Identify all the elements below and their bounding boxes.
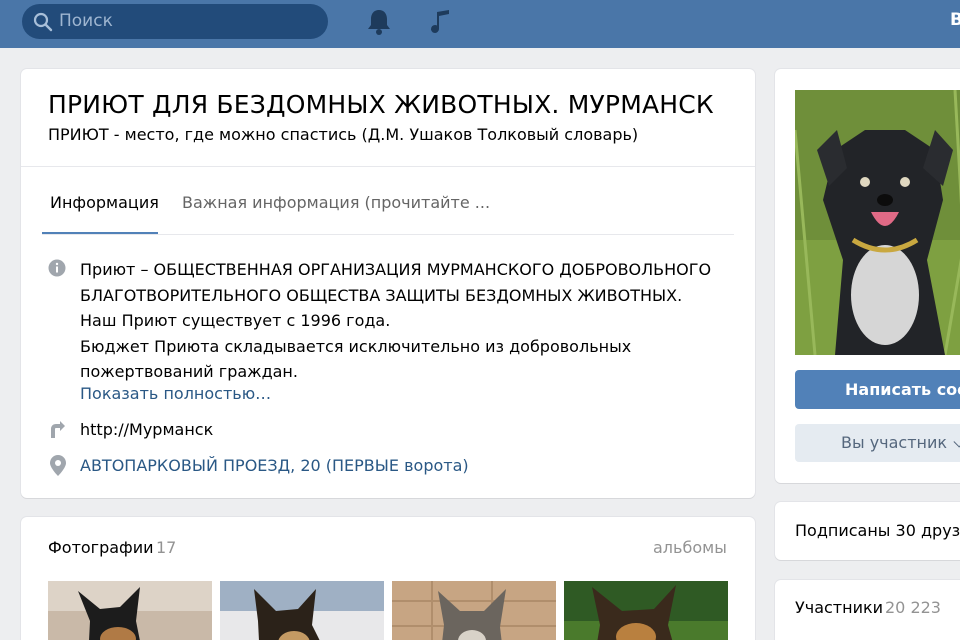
photo-thumbnail[interactable] [564, 581, 728, 640]
tab-important-information[interactable]: Важная информация (прочитайте ... [182, 193, 490, 212]
membership-dropdown-button[interactable]: Вы участник [795, 424, 960, 462]
description-line: Бюджет Приюта складывается исключительно… [80, 336, 632, 356]
bell-icon[interactable] [366, 8, 392, 36]
photo-thumbnail[interactable] [48, 581, 212, 640]
website-link[interactable]: http://Мурманск [80, 420, 213, 439]
search-icon [33, 12, 53, 32]
group-avatar-photo[interactable] [795, 90, 960, 355]
membership-label: Вы участник [841, 433, 948, 452]
address-link[interactable]: АВТОПАРКОВЫЙ ПРОЕЗД, 20 (ПЕРВЫЕ ворота) [80, 456, 469, 475]
search-placeholder: Поиск [59, 11, 113, 31]
members-heading[interactable]: Участники [795, 598, 883, 617]
friends-following-text: Подписаны 30 друзей [795, 521, 960, 540]
photos-card: Фотографии 17 альбомы [21, 517, 755, 640]
group-cover-card: Написать сооб Вы участник [775, 69, 960, 483]
group-status: ПРИЮТ - место, где можно спастись (Д.М. … [48, 125, 639, 144]
photos-count: 17 [156, 538, 177, 557]
friends-following-card[interactable]: Подписаны 30 друзей [775, 502, 960, 560]
link-arrow-icon [51, 421, 65, 438]
description-line: пожертвований граждан. [80, 362, 298, 381]
info-icon [48, 259, 66, 277]
group-description: Приют – ОБЩЕСТВЕННАЯ ОРГАНИЗАЦИЯ МУРМАНС… [80, 257, 740, 385]
top-navigation-bar: Поиск В [0, 0, 960, 48]
description-line: Приют – ОБЩЕСТВЕННАЯ ОРГАНИЗАЦИЯ МУРМАНС… [80, 260, 712, 279]
photo-thumbnail[interactable] [220, 581, 384, 640]
search-input[interactable]: Поиск [22, 4, 328, 39]
group-info-card: ПРИЮТ ДЛЯ БЕЗДОМНЫХ ЖИВОТНЫХ. МУРМАНСК П… [21, 69, 755, 498]
description-line: Наш Приют существует с 1996 года. [80, 311, 391, 330]
write-message-button[interactable]: Написать сооб [795, 370, 960, 409]
show-more-link[interactable]: Показать полностью… [80, 384, 271, 403]
user-menu-initial[interactable]: В [950, 10, 960, 30]
music-icon[interactable] [428, 9, 452, 35]
location-pin-icon [50, 455, 66, 476]
page-title: ПРИЮТ ДЛЯ БЕЗДОМНЫХ ЖИВОТНЫХ. МУРМАНСК [48, 90, 714, 119]
tab-information[interactable]: Информация [50, 193, 159, 212]
tabs-divider [42, 234, 734, 235]
members-count: 20 223 [885, 598, 941, 617]
chevron-down-icon [953, 436, 960, 448]
description-line: БЛАГОТВОРИТЕЛЬНОГО ОБЩЕСТВА ЗАЩИТЫ БЕЗДО… [80, 285, 683, 305]
photo-thumbnail[interactable] [392, 581, 556, 640]
header-divider [21, 166, 755, 167]
photos-heading[interactable]: Фотографии [48, 538, 154, 557]
members-card: Участники 20 223 [775, 580, 960, 640]
albums-link[interactable]: альбомы [653, 538, 727, 557]
